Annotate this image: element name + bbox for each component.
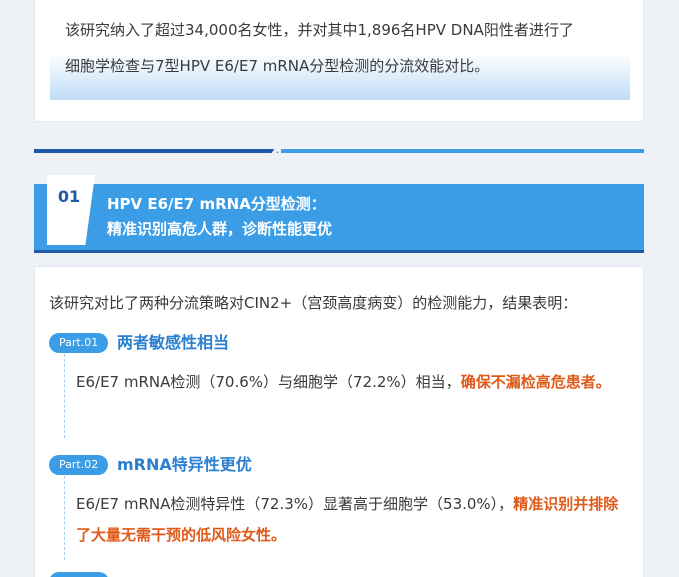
intro-paragraph: 该研究纳入了超过34,000名女性，并对其中1,896名HPV DNA阳性者进行… [65, 12, 625, 84]
part-01-guide-line [64, 354, 65, 438]
intro-card: 该研究纳入了超过34,000名女性，并对其中1,896名HPV DNA阳性者进行… [34, 0, 644, 122]
section-header-underline [34, 250, 644, 253]
part-02-guide-line [64, 476, 65, 560]
lead-paragraph: 该研究对比了两种分流策略对CIN2+（宫颈高度病变）的检测能力，结果表明： [49, 294, 578, 312]
part-01-heading: 两者敏感性相当 [117, 333, 230, 352]
part-01-tag: Part.01 [49, 333, 109, 353]
article-page: 该研究纳入了超过34,000名女性，并对其中1,896名HPV DNA阳性者进行… [0, 0, 679, 577]
part-02-tag: Part.02 [49, 455, 109, 475]
part-02-body: E6/E7 mRNA检测特异性（72.3%）显著高于细胞学（53.0%），精准识… [76, 489, 631, 551]
section-title-line-1: HPV E6/E7 mRNA分型检测： [107, 195, 326, 213]
part-03-tag [49, 572, 109, 577]
part-02-heading: mRNA特异性更优 [117, 455, 252, 474]
section-title: HPV E6/E7 mRNA分型检测： 精准识别高危人群，诊断性能更优 [107, 192, 627, 242]
part-01-body-text: E6/E7 mRNA检测（70.6%）与细胞学（72.2%）相当， [76, 373, 461, 391]
section-number: 01 [57, 187, 81, 206]
part-01-body: E6/E7 mRNA检测（70.6%）与细胞学（72.2%）相当，确保不漏检高危… [76, 367, 631, 398]
section-title-line-2: 精准识别高危人群，诊断性能更优 [107, 220, 333, 238]
intro-line-1: 该研究纳入了超过34,000名女性，并对其中1,896名HPV DNA阳性者进行… [65, 21, 574, 39]
divider-light-segment [281, 149, 644, 153]
intro-line-2: 细胞学检查与7型HPV E6/E7 mRNA分型检测的分流效能对比。 [65, 57, 490, 75]
part-01-body-highlight: 确保不漏检高危患者。 [460, 373, 611, 391]
divider-dark-segment [34, 149, 278, 153]
part-02-body-text: E6/E7 mRNA检测特异性（72.3%）显著高于细胞学（53.0%）， [76, 495, 514, 513]
